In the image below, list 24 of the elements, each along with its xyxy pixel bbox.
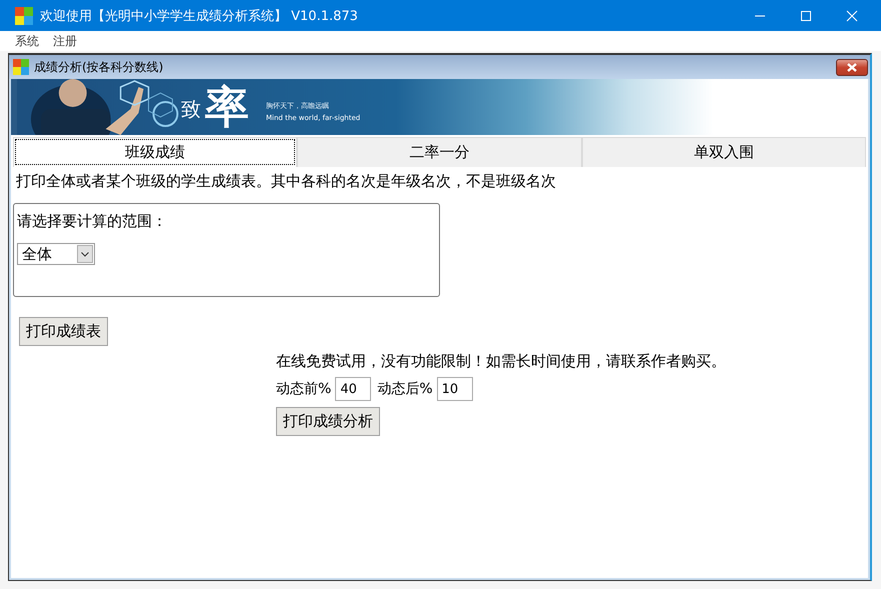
- menu-item[interactable]: 系统: [15, 32, 39, 50]
- print-analysis-button[interactable]: 打印成绩分析: [276, 407, 380, 436]
- percent-field[interactable]: 10: [436, 377, 473, 401]
- tab[interactable]: 班级成绩: [13, 137, 298, 167]
- app-logo-icon: [15, 6, 33, 24]
- chevron-down-icon: [81, 252, 89, 256]
- tab[interactable]: 二率一分: [297, 137, 582, 167]
- close-icon: [846, 62, 858, 72]
- tab[interactable]: 单双入围: [582, 137, 866, 167]
- field-label: 动态前%: [276, 380, 332, 398]
- window-title: 成绩分析(按各科分数线): [34, 58, 164, 76]
- range-dropdown[interactable]: 全体: [17, 243, 95, 265]
- range-label: 请选择要计算的范围：: [17, 212, 167, 231]
- description: 打印全体或者某个班级的学生成绩表。其中各科的名次是年级名次，不是班级名次: [16, 172, 556, 191]
- menu-item[interactable]: 注册: [53, 32, 77, 50]
- window-title: 欢迎使用【光明中小学学生成绩分析系统】 V10.1.873: [40, 8, 358, 24]
- app-logo-icon: [13, 59, 29, 75]
- trial-notice: 在线免费试用，没有功能限制！如需长时间使用，请联系作者购买。: [276, 352, 726, 371]
- close-icon[interactable]: [846, 10, 858, 22]
- print-table-button[interactable]: 打印成绩表: [19, 317, 108, 346]
- percent-field[interactable]: 40: [335, 377, 372, 401]
- field-label: 动态后%: [377, 380, 433, 398]
- maximize-icon[interactable]: [800, 10, 812, 22]
- close-button[interactable]: [836, 58, 868, 76]
